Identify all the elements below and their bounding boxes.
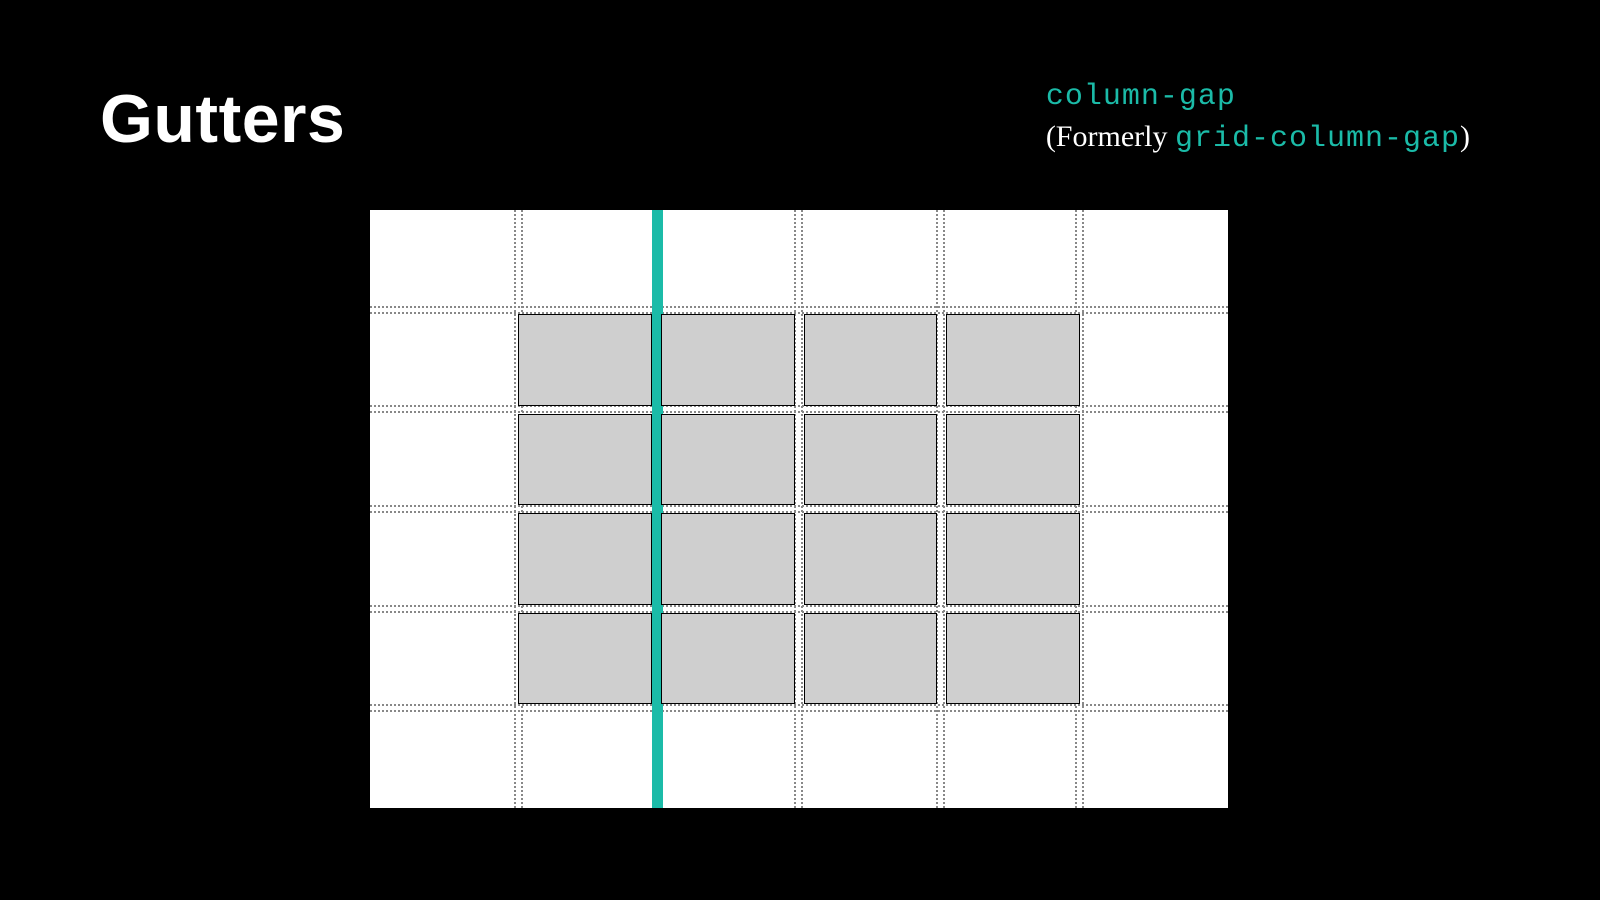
grid-cell [804,414,938,506]
grid-cell [661,314,795,406]
grid-cell [804,613,938,705]
grid-row [518,310,1080,410]
grid-cell [804,513,938,605]
formerly-property: grid-column-gap [1175,122,1460,156]
grid-cell [946,513,1080,605]
diagram-panel [370,210,1228,808]
grid-cell [804,314,938,406]
grid-cell [946,613,1080,705]
grid-row [518,509,1080,609]
grid-cell [661,513,795,605]
grid-cell [946,314,1080,406]
code-label: column-gap (Formerly grid-column-gap) [1046,80,1470,156]
grid-cell [518,414,652,506]
grid-cell [518,314,652,406]
slide-title: Gutters [100,80,345,158]
code-property: column-gap [1046,80,1470,114]
formerly-suffix: ) [1460,120,1470,153]
grid-cell [518,613,652,705]
grid-container [518,310,1080,708]
grid-row [518,609,1080,709]
grid-cell [661,613,795,705]
grid-cell [661,414,795,506]
formerly-prefix: (Formerly [1046,120,1175,153]
grid-cell [518,513,652,605]
grid-row [518,410,1080,510]
grid-cell [946,414,1080,506]
code-formerly: (Formerly grid-column-gap) [1046,120,1470,156]
